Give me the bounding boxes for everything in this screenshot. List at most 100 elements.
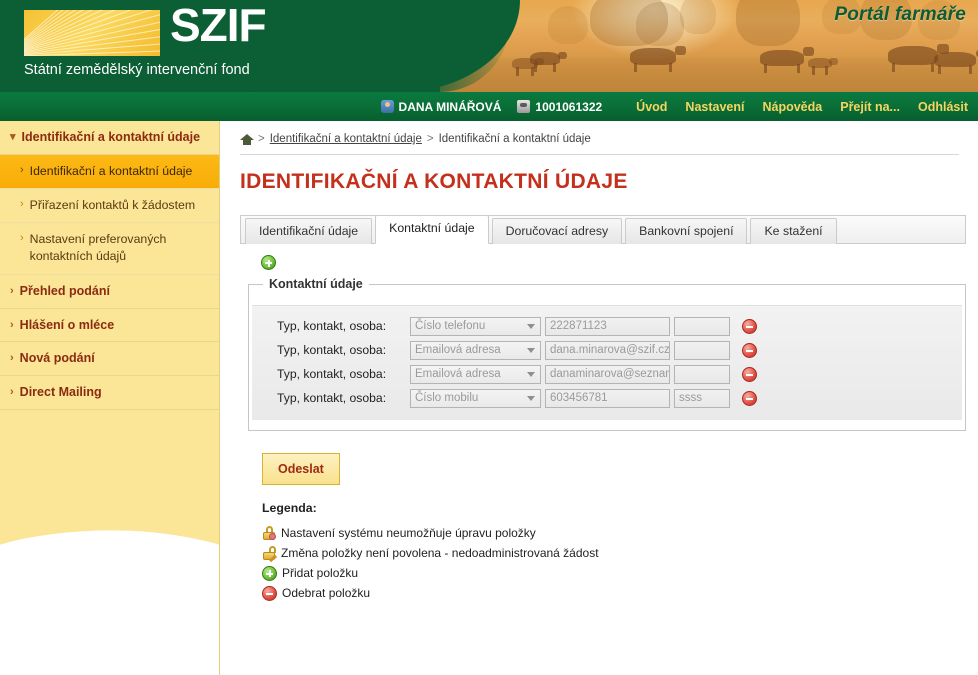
contact-type-select[interactable]: Emailová adresa [410, 340, 541, 360]
contact-details-fieldset: Kontaktní údaje Typ, kontakt, osoba: Čís… [248, 277, 966, 431]
nav-link-odhlasit[interactable]: Odhlásit [918, 100, 968, 114]
chevron-down-icon [527, 371, 535, 377]
sidebar-group-nova-podani[interactable]: › Nová podání [0, 342, 219, 377]
tab-identifikacni-udaje[interactable]: Identifikační údaje [245, 218, 373, 244]
row-label: Typ, kontakt, osoba: [277, 367, 387, 381]
sidebar-group-prehled-podani[interactable]: › Přehled podání [0, 275, 219, 309]
contact-person-input[interactable]: ssss [674, 388, 730, 408]
row-label: Typ, kontakt, osoba: [277, 319, 387, 333]
sidebar-item-prirazeni-kontaktu[interactable]: › Přiřazení kontaktů k žádostem [0, 189, 219, 224]
sidebar-item-nastaveni-preferovanych[interactable]: › Nastavení preferovaných kontaktních úd… [0, 223, 219, 275]
sidebar-group-identifikacni[interactable]: ▾ Identifikační a kontaktní údaje [0, 121, 219, 155]
contact-value-input[interactable]: dana.minarova@szif.cz [545, 340, 670, 360]
contact-type-value: Číslo mobilu [415, 392, 479, 404]
chevron-down-icon [527, 323, 535, 329]
szif-logo-subtitle: Státní zemědělský intervenční fond [24, 62, 250, 78]
breadcrumb-separator: > [258, 133, 265, 145]
contact-type-value: Číslo telefonu [415, 320, 486, 332]
sidebar-group-direct-mailing[interactable]: › Direct Mailing [0, 376, 219, 411]
breadcrumb-link[interactable]: Identifikační a kontaktní údaje [270, 133, 422, 145]
top-navbar: DANA MINÁŘOVÁ 1001061322 Úvod Nastavení … [0, 92, 978, 121]
szif-logo-mark [24, 10, 160, 56]
legend-item-label: Změna položky není povolena - nedoadmini… [281, 546, 599, 560]
chevron-down-icon: ▾ [10, 131, 16, 143]
sidebar-group-label: Identifikační a kontaktní údaje [21, 130, 201, 144]
contact-value-input[interactable]: danaminarova@seznam. [545, 364, 670, 384]
nav-link-napoveda[interactable]: Nápověda [762, 100, 822, 114]
fieldset-legend: Kontaktní údaje [263, 277, 369, 291]
contact-rows: Typ, kontakt, osoba: Číslo telefonu 2228… [252, 305, 962, 420]
contact-value-input[interactable]: 222871123 [545, 316, 670, 336]
nav-link-nastaveni[interactable]: Nastavení [685, 100, 744, 114]
chevron-right-icon: › [20, 198, 24, 211]
chevron-right-icon: › [10, 352, 14, 365]
page-title: IDENTIFIKAČNÍ A KONTAKTNÍ ÚDAJE [240, 170, 628, 193]
current-user-id: 1001061322 [517, 100, 602, 114]
sidebar-item-label: Identifikační a kontaktní údaje [29, 163, 193, 178]
chevron-right-icon: › [10, 284, 14, 297]
sidebar-decoration [0, 489, 219, 675]
contact-type-select[interactable]: Emailová adresa [410, 364, 541, 384]
id-card-icon [517, 100, 531, 113]
legend-item: Nastavení systému neumožňuje úpravu polo… [262, 523, 978, 543]
cow-silhouette [808, 58, 838, 75]
table-row: Typ, kontakt, osoba: Emailová adresa dan… [252, 362, 962, 386]
nav-link-uvod[interactable]: Úvod [636, 100, 667, 114]
sidebar-item-label: Přiřazení kontaktů k žádostem [29, 198, 196, 213]
current-user-name: DANA MINÁŘOVÁ [398, 99, 502, 114]
chevron-right-icon: › [10, 318, 14, 331]
contact-type-select[interactable]: Číslo mobilu [410, 388, 541, 408]
minus-circle-icon[interactable] [742, 366, 757, 382]
breadcrumb-separator: > [426, 133, 434, 145]
contact-type-value: Emailová adresa [415, 344, 501, 356]
home-icon[interactable] [240, 133, 254, 145]
table-row: Typ, kontakt, osoba: Číslo mobilu 603456… [252, 386, 962, 410]
legend-item: Změna položky není povolena - nedoadmini… [262, 543, 978, 563]
add-row-control [261, 255, 978, 275]
minus-circle-icon [262, 585, 277, 601]
cow-silhouette [888, 44, 949, 72]
table-row: Typ, kontakt, osoba: Číslo telefonu 2228… [252, 314, 962, 338]
tab-dorucovaci-adresy[interactable]: Doručovací adresy [491, 218, 623, 244]
contact-value-input[interactable]: 603456781 [545, 388, 670, 408]
lock-open-icon [262, 546, 278, 563]
current-user: DANA MINÁŘOVÁ [380, 99, 502, 114]
contact-person-input[interactable] [674, 316, 730, 336]
lock-closed-icon [262, 526, 276, 540]
legend-item-label: Přidat položku [282, 566, 359, 580]
breadcrumb-current: Identifikační a kontaktní údaje [438, 133, 591, 145]
cow-silhouette [934, 50, 978, 74]
portal-title: Portál farmáře [834, 4, 966, 25]
submit-button[interactable]: Odeslat [262, 453, 340, 485]
nav-link-prejit-na[interactable]: Přejít na... [840, 100, 900, 114]
contact-person-input[interactable] [674, 340, 730, 360]
row-label: Typ, kontakt, osoba: [277, 343, 387, 357]
legend-list: Nastavení systému neumožňuje úpravu polo… [262, 523, 978, 603]
legend-item-label: Nastavení systému neumožňuje úpravu polo… [281, 526, 536, 540]
minus-circle-icon[interactable] [742, 342, 757, 358]
legend-title: Legenda: [262, 501, 317, 515]
szif-logo-text: SZIF [170, 0, 267, 51]
row-label: Typ, kontakt, osoba: [277, 391, 387, 405]
contact-type-select[interactable]: Číslo telefonu [410, 316, 541, 336]
tab-ke-stazeni[interactable]: Ke stažení [750, 218, 837, 244]
legend-item-label: Odebrat položku [282, 586, 371, 600]
chevron-down-icon [527, 347, 535, 353]
chevron-right-icon: › [20, 163, 24, 176]
contact-type-value: Emailová adresa [415, 368, 501, 380]
sidebar-group-label: Nová podání [19, 351, 95, 366]
chevron-down-icon [527, 395, 535, 401]
sidebar-group-label: Hlášení o mléce [19, 317, 115, 332]
tab-bankovni-spojeni[interactable]: Bankovní spojení [625, 218, 748, 244]
sidebar-item-identifikacni-udaje[interactable]: › Identifikační a kontaktní údaje [0, 154, 219, 190]
main-content: > Identifikační a kontaktní údaje > Iden… [221, 121, 978, 675]
plus-circle-icon[interactable] [261, 255, 276, 270]
page-body: ▾ Identifikační a kontaktní údaje › Iden… [0, 121, 978, 675]
sidebar-group-hlaseni-o-mlece[interactable]: › Hlášení o mléce [0, 309, 219, 343]
tab-bar: Identifikační údaje Kontaktní údaje Doru… [240, 215, 966, 244]
minus-circle-icon[interactable] [742, 318, 757, 334]
cow-silhouette [760, 47, 814, 73]
tab-kontaktni-udaje[interactable]: Kontaktní údaje [375, 215, 489, 244]
contact-person-input[interactable] [674, 364, 730, 384]
minus-circle-icon[interactable] [742, 390, 757, 406]
